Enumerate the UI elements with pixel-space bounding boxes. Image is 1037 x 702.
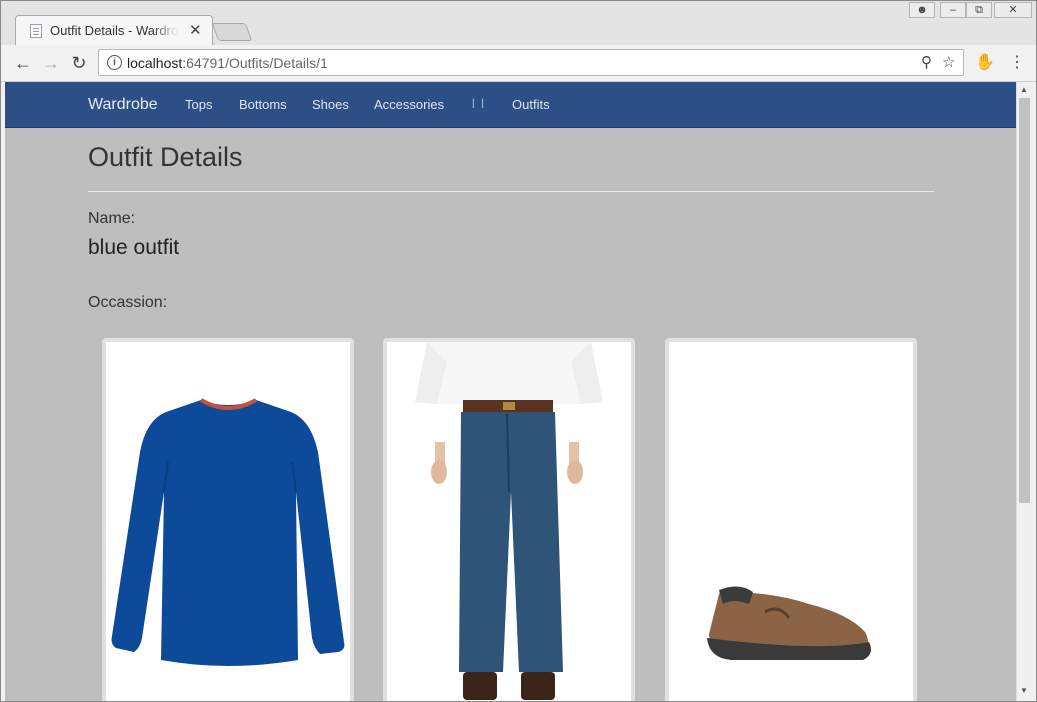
divider <box>88 191 934 192</box>
scroll-down-icon[interactable]: ▼ <box>1020 686 1028 695</box>
forward-icon[interactable]: → <box>39 51 63 75</box>
page-icon <box>30 24 42 38</box>
item-card-shoes[interactable] <box>665 338 917 701</box>
browser-window: Outfit Details - Wardrobe ✕ ☻ – ⧉ ✕ ← → … <box>0 0 1037 702</box>
new-tab-button[interactable] <box>211 23 253 41</box>
tab-strip: Outfit Details - Wardrobe ✕ ☻ – ⧉ ✕ <box>1 1 1036 46</box>
nav-bottoms[interactable]: Bottoms <box>239 97 287 112</box>
nav-tops[interactable]: Tops <box>185 97 212 112</box>
extension-icon[interactable]: ✋ <box>975 52 995 72</box>
browser-tab[interactable]: Outfit Details - Wardrobe ✕ <box>15 15 213 46</box>
menu-icon[interactable]: ⋮ <box>1009 52 1025 72</box>
item-card-top[interactable] <box>102 338 354 701</box>
restore-button[interactable]: ⧉ <box>966 2 992 18</box>
zoom-icon[interactable]: ⚲ <box>921 53 932 71</box>
url-text: localhost:64791/Outfits/Details/1 <box>127 55 328 71</box>
name-label: Name: <box>88 210 136 227</box>
nav-outfits[interactable]: Outfits <box>512 97 550 112</box>
page-viewport: Wardrobe Tops Bottoms Shoes Accessories … <box>5 82 1016 701</box>
site-navbar: Wardrobe Tops Bottoms Shoes Accessories … <box>5 82 1016 128</box>
address-bar[interactable]: i localhost:64791/Outfits/Details/1 ⚲ ☆ <box>98 49 964 76</box>
reload-icon[interactable]: ↻ <box>67 51 91 75</box>
profile-icon[interactable]: ☻ <box>909 2 935 18</box>
back-icon[interactable]: ← <box>11 51 35 75</box>
bookmark-star-icon[interactable]: ☆ <box>942 53 955 71</box>
outfit-name: blue outfit <box>88 236 180 259</box>
nav-separator: | | <box>472 98 486 109</box>
item-card-bottom[interactable] <box>383 338 635 701</box>
url-host: localhost <box>127 55 183 71</box>
info-icon[interactable]: i <box>107 55 122 70</box>
close-tab-icon[interactable]: ✕ <box>189 21 202 39</box>
vertical-scrollbar[interactable]: ▲ ▼ <box>1016 82 1033 701</box>
url-path: :64791/Outfits/Details/1 <box>182 55 328 71</box>
scroll-up-icon[interactable]: ▲ <box>1020 85 1028 94</box>
tshirt-image <box>111 398 345 666</box>
nav-accessories[interactable]: Accessories <box>374 97 444 112</box>
tab-title: Outfit Details - Wardrobe <box>50 23 178 38</box>
shoe-image <box>707 586 871 660</box>
occasion-label: Occassion: <box>88 294 168 311</box>
brand-link[interactable]: Wardrobe <box>88 96 158 114</box>
jeans-image <box>415 342 603 700</box>
browser-toolbar: ← → ↻ i localhost:64791/Outfits/Details/… <box>1 45 1036 82</box>
nav-shoes[interactable]: Shoes <box>312 97 349 112</box>
page-title: Outfit Details <box>88 142 243 172</box>
minimize-button[interactable]: – <box>940 2 966 18</box>
close-window-button[interactable]: ✕ <box>994 2 1032 18</box>
scroll-thumb[interactable] <box>1019 98 1030 503</box>
